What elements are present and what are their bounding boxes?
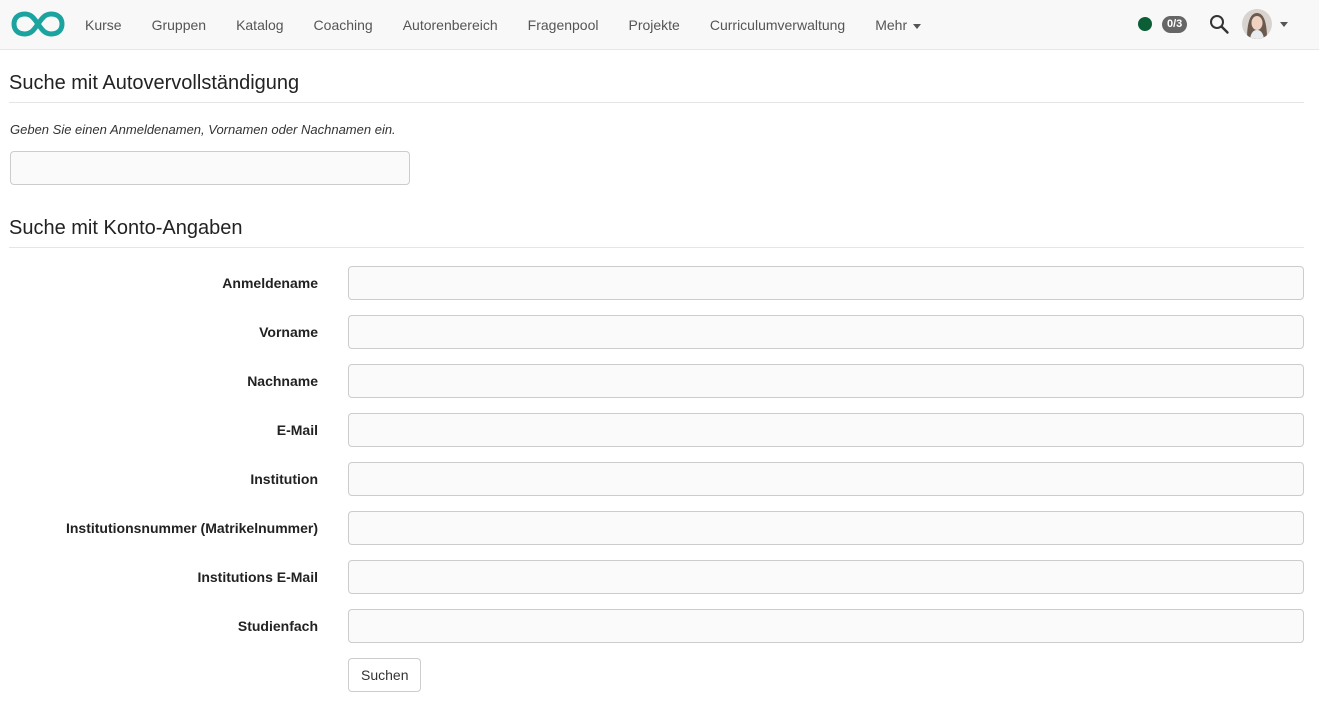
firstname-input[interactable] <box>348 315 1304 349</box>
nav-item-label: Fragenpool <box>527 17 599 33</box>
nav-item-autorenbereich[interactable]: Autorenbereich <box>388 0 513 50</box>
institution-input[interactable] <box>348 462 1304 496</box>
lastname-label: Nachname <box>247 373 318 389</box>
counter-badge[interactable]: 0/3 <box>1162 16 1188 33</box>
institution-number-input[interactable] <box>348 511 1304 545</box>
email-input[interactable] <box>348 413 1304 447</box>
nav-item-label: Katalog <box>236 17 284 33</box>
nav-item-label: Projekte <box>628 17 680 33</box>
nav-item-coaching[interactable]: Coaching <box>299 0 388 50</box>
nav-item-kurse[interactable]: Kurse <box>70 0 137 50</box>
account-search-section-title: Suche mit Konto-Angaben <box>9 217 1304 248</box>
caret-down-icon <box>913 23 922 29</box>
online-status-icon[interactable] <box>1138 17 1152 31</box>
username-label: Anmeldename <box>222 275 318 291</box>
main-nav: Kurse Gruppen Katalog Coaching Autorenbe… <box>70 0 936 50</box>
nav-item-katalog[interactable]: Katalog <box>221 0 298 50</box>
nav-item-label: Kurse <box>85 17 122 33</box>
autocomplete-section-title: Suche mit Autovervollständigung <box>9 72 1304 103</box>
nav-item-fragenpool[interactable]: Fragenpool <box>513 0 614 50</box>
nav-item-gruppen[interactable]: Gruppen <box>137 0 221 50</box>
nav-item-label: Autorenbereich <box>402 17 498 33</box>
email-label: E-Mail <box>276 422 318 438</box>
magnifier-icon[interactable] <box>1208 13 1230 35</box>
nav-item-label: Coaching <box>313 17 373 33</box>
institution-email-label: Institutions E-Mail <box>197 569 318 585</box>
caret-down-icon[interactable] <box>1280 22 1288 27</box>
nav-item-curriculumverwaltung[interactable]: Curriculumverwaltung <box>695 0 860 50</box>
study-subject-label: Studienfach <box>237 618 318 634</box>
search-submit-button[interactable]: Suchen <box>348 658 422 692</box>
user-avatar[interactable] <box>1242 9 1272 39</box>
username-input[interactable] <box>348 266 1304 300</box>
nav-item-projekte[interactable]: Projekte <box>613 0 694 50</box>
infinity-logo-icon[interactable] <box>11 10 65 38</box>
institution-label: Institution <box>250 471 318 487</box>
top-navbar: Kurse Gruppen Katalog Coaching Autorenbe… <box>0 0 1319 50</box>
institution-number-label: Institutionsnummer (Matrikelnummer) <box>65 520 318 536</box>
study-subject-input[interactable] <box>348 609 1304 643</box>
nav-item-mehr-dropdown[interactable]: Mehr <box>860 0 936 50</box>
firstname-label: Vorname <box>259 324 318 340</box>
nav-item-label: Mehr <box>875 17 908 33</box>
nav-item-label: Curriculumverwaltung <box>709 17 846 33</box>
nav-item-label: Gruppen <box>151 17 207 33</box>
lastname-input[interactable] <box>348 364 1304 398</box>
autocomplete-hint: Geben Sie einen Anmeldenamen, Vornamen o… <box>10 122 396 137</box>
institution-email-input[interactable] <box>348 560 1304 594</box>
autocomplete-search-input[interactable] <box>10 151 410 185</box>
